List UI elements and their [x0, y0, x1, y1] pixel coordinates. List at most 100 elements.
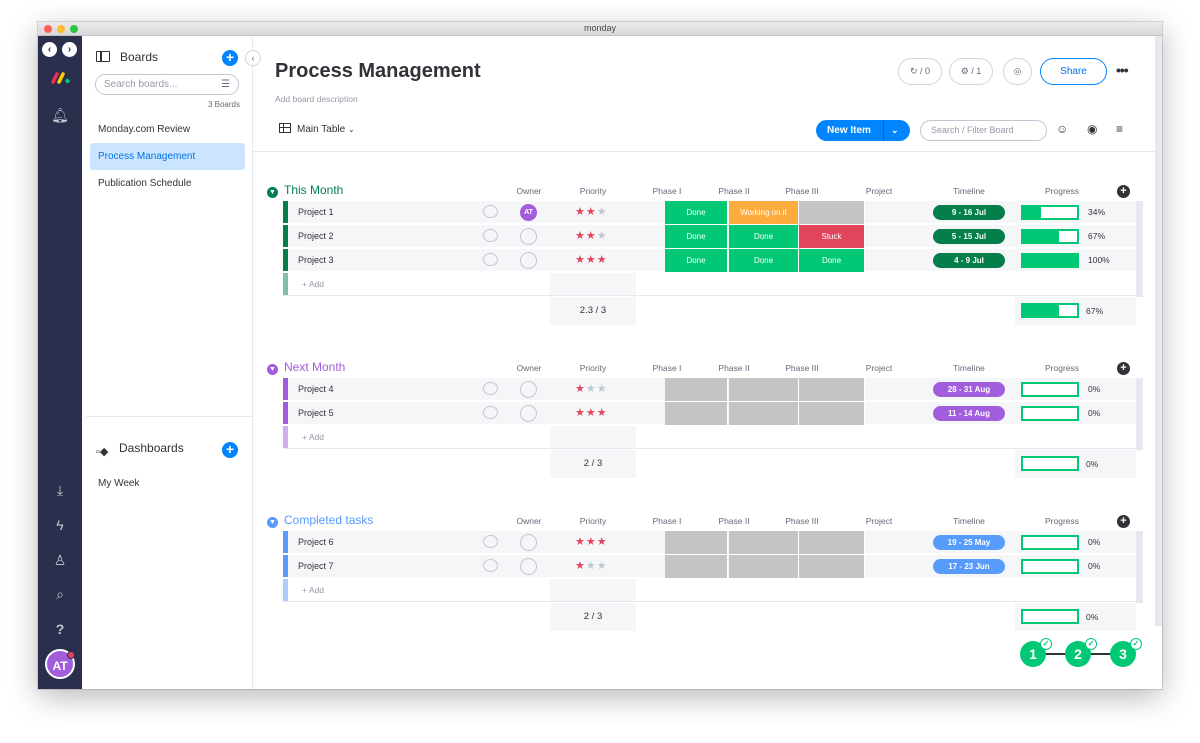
star-icon[interactable]: ★	[575, 254, 586, 266]
person-filter-icon[interactable]: ☺	[1056, 122, 1068, 136]
add-board-button[interactable]: +	[222, 50, 238, 66]
star-icon[interactable]: ★	[575, 560, 586, 572]
timeline-pill[interactable]: 4 - 9 Jul	[933, 253, 1005, 268]
timeline-pill[interactable]: 11 - 14 Aug	[933, 406, 1005, 421]
column-header[interactable]: Progress	[1032, 363, 1092, 373]
star-icon[interactable]: ★	[597, 230, 608, 242]
phase-status-cell[interactable]: Done	[729, 249, 799, 272]
owner-avatar[interactable]	[520, 252, 537, 269]
phase-status-cell[interactable]	[799, 531, 865, 554]
priority-rating[interactable]: ★★★	[575, 225, 608, 248]
activity-button[interactable]: ↻ / 0	[898, 58, 942, 85]
more-options-icon[interactable]: •••	[1116, 62, 1129, 78]
step-3-badge[interactable]: 3 ✓	[1110, 638, 1142, 667]
priority-rating[interactable]: ★★★	[575, 201, 608, 224]
phase-status-cell[interactable]	[799, 201, 865, 224]
phase-status-cell[interactable]	[729, 402, 799, 425]
priority-rating[interactable]: ★★★	[575, 378, 608, 401]
star-icon[interactable]: ★	[575, 407, 586, 419]
column-header[interactable]: Timeline	[939, 186, 999, 196]
add-column-button[interactable]: +	[1117, 185, 1130, 198]
star-icon[interactable]: ★	[586, 206, 597, 218]
conversation-icon[interactable]	[483, 406, 498, 419]
lightning-icon[interactable]: ϟ	[50, 515, 70, 535]
add-item-row[interactable]: + Add	[283, 426, 1136, 449]
phase-status-cell[interactable]	[665, 378, 728, 401]
group-title[interactable]: ▼ Next Month	[267, 360, 345, 375]
column-header[interactable]: Owner	[499, 186, 559, 196]
integrations-button[interactable]: ⚙ / 1	[949, 58, 993, 85]
column-header[interactable]: Owner	[499, 516, 559, 526]
invite-user-icon[interactable]: ♙	[50, 550, 70, 570]
column-header[interactable]: Progress	[1032, 516, 1092, 526]
phase-status-cell[interactable]	[665, 555, 728, 578]
star-icon[interactable]: ★	[586, 560, 597, 572]
filter-board-input[interactable]: Search / Filter Board	[920, 120, 1047, 141]
priority-rating[interactable]: ★★★	[575, 531, 608, 554]
item-name[interactable]: Project 7	[298, 555, 334, 578]
star-icon[interactable]: ★	[597, 254, 608, 266]
star-icon[interactable]: ★	[597, 383, 608, 395]
add-item-row[interactable]: + Add	[283, 579, 1136, 602]
automations-button[interactable]: ◎	[1003, 58, 1032, 85]
phase-status-cell[interactable]	[799, 555, 865, 578]
column-header[interactable]: Phase II	[704, 516, 764, 526]
notifications-bell-icon[interactable]: 🔔︎	[50, 105, 70, 125]
column-header[interactable]: Phase I	[637, 186, 697, 196]
column-header[interactable]: Phase I	[637, 516, 697, 526]
star-icon[interactable]: ★	[586, 254, 597, 266]
add-item-row[interactable]: + Add	[283, 273, 1136, 296]
table-row[interactable]: Project 3 ★★★ Done Done Done 4 - 9 Jul 100…	[283, 249, 1136, 272]
table-row[interactable]: Project 7 ★★★ 17 - 23 Jun 0%	[283, 555, 1136, 578]
add-column-button[interactable]: +	[1117, 515, 1130, 528]
search-boards-input[interactable]: Search boards... ☰	[95, 74, 239, 95]
owner-avatar[interactable]: AT	[520, 204, 537, 221]
phase-status-cell[interactable]: Done	[665, 249, 728, 272]
group-title[interactable]: ▼ Completed tasks	[267, 513, 373, 528]
conversation-icon[interactable]	[483, 253, 498, 266]
phase-status-cell[interactable]: Done	[799, 249, 865, 272]
new-item-button[interactable]: New Item ⌄	[816, 120, 910, 141]
item-name[interactable]: Project 5	[298, 402, 334, 425]
owner-avatar[interactable]	[520, 405, 537, 422]
phase-status-cell[interactable]	[665, 402, 728, 425]
star-icon[interactable]: ★	[586, 536, 597, 548]
monday-logo-icon[interactable]	[51, 72, 71, 84]
timeline-pill[interactable]: 17 - 23 Jun	[933, 559, 1005, 574]
owner-avatar[interactable]	[520, 228, 537, 245]
table-row[interactable]: Project 1 AT ★★★ Done Working on it 9 - 1…	[283, 201, 1136, 224]
column-header[interactable]: Project	[849, 186, 909, 196]
item-name[interactable]: Project 3	[298, 249, 334, 272]
phase-status-cell[interactable]: Done	[729, 225, 799, 248]
column-header[interactable]: Timeline	[939, 516, 999, 526]
conversation-icon[interactable]	[483, 382, 498, 395]
column-header[interactable]: Phase III	[772, 516, 832, 526]
priority-rating[interactable]: ★★★	[575, 402, 608, 425]
table-row[interactable]: Project 5 ★★★ 11 - 14 Aug 0%	[283, 402, 1136, 425]
phase-status-cell[interactable]: Done	[665, 225, 728, 248]
sort-filter-icon[interactable]: ≡	[1116, 122, 1123, 136]
phase-status-cell[interactable]: Stuck	[799, 225, 865, 248]
board-item-publication-schedule[interactable]: Publication Schedule	[90, 170, 245, 197]
add-item-label[interactable]: + Add	[302, 426, 324, 449]
hide-columns-eye-icon[interactable]: ◉	[1087, 122, 1097, 136]
conversation-icon[interactable]	[483, 205, 498, 218]
table-row[interactable]: Project 4 ★★★ 28 - 31 Aug 0%	[283, 378, 1136, 401]
collapse-group-icon[interactable]: ▼	[267, 517, 278, 528]
column-header[interactable]: Phase III	[772, 363, 832, 373]
column-header[interactable]: Priority	[563, 516, 623, 526]
view-selector[interactable]: Main Table ⌄	[279, 123, 355, 135]
column-header[interactable]: Project	[849, 363, 909, 373]
column-header[interactable]: Phase II	[704, 186, 764, 196]
star-icon[interactable]: ★	[575, 383, 586, 395]
priority-rating[interactable]: ★★★	[575, 249, 608, 272]
star-icon[interactable]: ★	[597, 560, 608, 572]
dashboard-item-my-week[interactable]: My Week	[98, 478, 140, 489]
timeline-pill[interactable]: 28 - 31 Aug	[933, 382, 1005, 397]
owner-avatar[interactable]	[520, 534, 537, 551]
conversation-icon[interactable]	[483, 535, 498, 548]
timeline-pill[interactable]: 19 - 25 May	[933, 535, 1005, 550]
collapse-group-icon[interactable]: ▼	[267, 364, 278, 375]
filter-icon[interactable]: ☰	[221, 79, 230, 90]
column-header[interactable]: Priority	[563, 186, 623, 196]
